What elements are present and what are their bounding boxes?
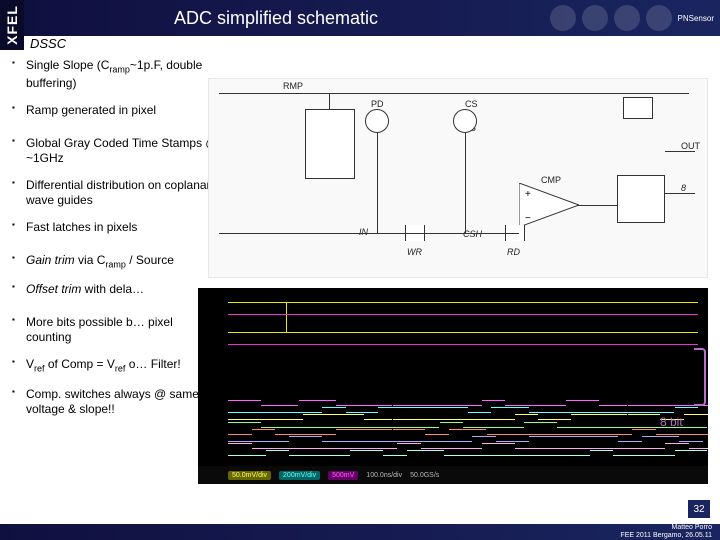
xfel-label: XFEL (4, 5, 20, 45)
scope-traces (228, 296, 698, 396)
bullet-item: Gain trim via Cramp / Source (8, 253, 218, 271)
bullet-list: Single Slope (Cramp~1p.F, double bufferi… (8, 58, 218, 417)
logo-icon (614, 5, 640, 31)
slide-footer: Matteo Porro FEE 2011 Bergamo, 26.05.11 (0, 524, 720, 540)
bullet-item: Comp. switches always @ same voltage & s… (8, 387, 218, 417)
scope-timebase: 100.0ns/div (366, 472, 402, 479)
bullet-item: Vref of Comp = Vref o… Filter! (8, 357, 218, 375)
page-number: 32 (688, 500, 710, 518)
comparator-icon: + − (519, 183, 579, 227)
eightbit-label: 8 bit (660, 415, 683, 429)
xfel-sidebar: XFEL (0, 0, 24, 50)
bullet-item: Differential distribution on coplanar wa… (8, 178, 218, 208)
svg-text:−: − (525, 213, 531, 224)
pnsensor-label: PNSensor (678, 14, 714, 23)
scope-rate: 50.0GS/s (410, 472, 439, 479)
scope-ch3: 500mV (328, 471, 358, 480)
footer-author: Matteo Porro (620, 524, 712, 532)
slide-header: ADC simplified schematic PNSensor (24, 0, 720, 36)
schematic-label-rd: RD (507, 247, 520, 257)
footer-event: FEE 2011 Bergamo, 26.05.11 (620, 532, 712, 540)
schematic-label-out: OUT (681, 141, 700, 151)
schematic-label-cs: CS (465, 99, 478, 109)
scope-ch2: 200mV/div (279, 471, 320, 480)
header-logos: PNSensor (550, 0, 714, 36)
schematic-figure: RMP PD CS ICS DV OUT CMP IN WR CSH RD L … (208, 78, 708, 278)
schematic-label-in: IN (359, 227, 368, 237)
bullet-item: Ramp generated in pixel (8, 103, 218, 118)
eightbit-bracket-icon (694, 348, 706, 406)
logo-icon (646, 5, 672, 31)
scope-bus (228, 400, 698, 460)
dssc-label: DSSC (24, 36, 66, 52)
bullet-item: Global Gray Coded Time Stamps @ ~1GHz (8, 136, 218, 166)
bullet-item: Fast latches in pixels (8, 220, 218, 235)
logo-icon (550, 5, 576, 31)
slide-title: ADC simplified schematic (174, 8, 378, 29)
schematic-label-rmp: RMP (283, 81, 303, 91)
slide-content: Single Slope (Cramp~1p.F, double bufferi… (8, 58, 712, 522)
schematic-label-eight: 8 (681, 183, 686, 193)
bullet-item: More bits possible b… pixel counting (8, 315, 218, 345)
oscilloscope-figure: 50.0mV/div 200mV/div 500mV 100.0ns/div 5… (198, 288, 708, 484)
svg-text:+: + (525, 189, 531, 200)
bullet-item: Single Slope (Cramp~1p.F, double bufferi… (8, 58, 218, 91)
schematic-label-wr: WR (407, 247, 422, 257)
schematic-label-pd: PD (371, 99, 384, 109)
logo-icon (582, 5, 608, 31)
scope-ch1: 50.0mV/div (228, 471, 271, 480)
scope-status-bar: 50.0mV/div 200mV/div 500mV 100.0ns/div 5… (198, 466, 708, 484)
bullet-item: Offset trim with dela… (8, 282, 218, 297)
